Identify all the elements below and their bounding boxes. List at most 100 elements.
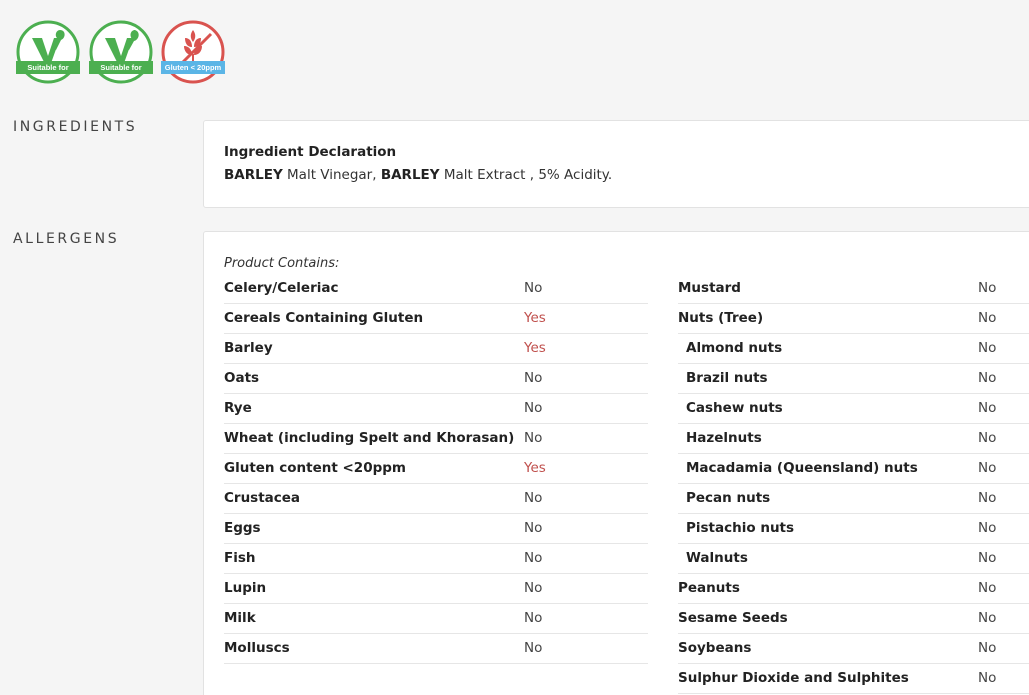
- allergen-name: Sesame Seeds: [678, 610, 788, 626]
- allergen-row: Oats No: [224, 364, 648, 394]
- allergen-name: Peanuts: [678, 580, 740, 596]
- vegetarian-badge: Suitable for: [16, 20, 80, 84]
- allergen-row: Celery/Celeriac No: [224, 274, 648, 304]
- allergen-value: No: [524, 610, 543, 626]
- allergen-row: Macadamia (Queensland) nuts No: [678, 454, 1029, 484]
- allergen-row: Sulphur Dioxide and Sulphites No: [678, 664, 1029, 694]
- allergen-name: Walnuts: [686, 550, 748, 566]
- ingredient-declaration-text: BARLEY Malt Vinegar, BARLEY Malt Extract…: [224, 167, 612, 183]
- vegan-v-icon: [89, 20, 153, 84]
- allergens-left-column: Celery/Celeriac No Cereals Containing Glut…: [224, 274, 648, 664]
- allergen-name: Molluscs: [224, 640, 290, 656]
- vegetarian-v-icon: [16, 20, 80, 84]
- allergen-value: No: [524, 490, 543, 506]
- allergen-name: Sulphur Dioxide and Sulphites: [678, 670, 909, 686]
- gluten-badge: Gluten < 20ppm: [161, 20, 225, 84]
- allergen-value: No: [524, 280, 543, 296]
- allergen-row: Molluscs No: [224, 634, 648, 664]
- allergen-row: Pistachio nuts No: [678, 514, 1029, 544]
- allergen-value: Yes: [524, 460, 546, 476]
- allergen-name: Almond nuts: [686, 340, 783, 356]
- allergen-name: Rye: [224, 400, 252, 416]
- allergen-row: Walnuts No: [678, 544, 1029, 574]
- allergen-name: Cereals Containing Gluten: [224, 310, 424, 326]
- allergen-value: No: [978, 280, 997, 296]
- allergen-name: Barley: [224, 340, 273, 356]
- allergen-name: Oats: [224, 370, 260, 386]
- allergen-row: Nuts (Tree) No: [678, 304, 1029, 334]
- allergen-row: Sesame Seeds No: [678, 604, 1029, 634]
- allergen-name: Lupin: [224, 580, 267, 596]
- ingredients-panel: Ingredient Declaration BARLEY Malt Vineg…: [203, 120, 1029, 208]
- vegan-badge: Suitable for: [89, 20, 153, 84]
- allergen-row: Peanuts No: [678, 574, 1029, 604]
- allergen-row: Barley Yes: [224, 334, 648, 364]
- allergens-section-title: ALLERGENS: [13, 231, 120, 247]
- allergen-row: Almond nuts No: [678, 334, 1029, 364]
- allergen-value: No: [524, 400, 543, 416]
- allergen-row: Cashew nuts No: [678, 394, 1029, 424]
- allergen-row: Rye No: [224, 394, 648, 424]
- allergen-name: Eggs: [224, 520, 261, 536]
- allergen-name: Brazil nuts: [686, 370, 768, 386]
- allergen-row: Hazelnuts No: [678, 424, 1029, 454]
- allergen-row: Mustard No: [678, 274, 1029, 304]
- ingredient-text: Malt Vinegar,: [282, 167, 381, 183]
- allergen-value: No: [978, 460, 997, 476]
- wheat-icon: [161, 20, 225, 84]
- allergen-value: No: [524, 640, 543, 656]
- allergens-panel: Product Contains: Celery/Celeriac No Cerea…: [203, 231, 1029, 695]
- allergen-name: Soybeans: [678, 640, 752, 656]
- allergen-value: No: [978, 340, 997, 356]
- allergen-row: Pecan nuts No: [678, 484, 1029, 514]
- allergen-row: Gluten content <20ppm Yes: [224, 454, 648, 484]
- allergen-value: No: [978, 670, 997, 686]
- allergen-name: Pistachio nuts: [686, 520, 795, 536]
- allergen-value: No: [524, 370, 543, 386]
- allergen-row: Milk No: [224, 604, 648, 634]
- allergen-value: Yes: [524, 340, 546, 356]
- allergens-right-column: Mustard No Nuts (Tree) No Almond nuts No Brazi…: [678, 274, 1029, 694]
- allergen-name: Cashew nuts: [686, 400, 783, 416]
- allergen-value: No: [978, 610, 997, 626]
- allergen-highlight: BARLEY: [224, 167, 283, 183]
- allergen-value: No: [524, 580, 543, 596]
- allergen-value: No: [978, 580, 997, 596]
- product-info-page: Suitable for Suitable for Gluten < 20ppm: [0, 0, 1029, 695]
- allergen-name: Nuts (Tree): [678, 310, 764, 326]
- allergen-value: No: [978, 520, 997, 536]
- allergen-name: Crustacea: [224, 490, 301, 506]
- badge-label: Suitable for: [16, 61, 80, 74]
- allergen-row: Wheat (including Spelt and Khorasan) No: [224, 424, 648, 454]
- allergen-value: No: [978, 490, 997, 506]
- ingredients-section-title: INGREDIENTS: [13, 119, 138, 135]
- allergen-name: Pecan nuts: [686, 490, 771, 506]
- allergen-row: Crustacea No: [224, 484, 648, 514]
- allergen-highlight: BARLEY: [380, 167, 440, 183]
- allergen-value: No: [978, 370, 997, 386]
- allergen-value: Yes: [524, 310, 546, 326]
- allergen-name: Celery/Celeriac: [224, 280, 339, 296]
- allergen-row: Fish No: [224, 544, 648, 574]
- allergen-name: Mustard: [678, 280, 741, 296]
- allergen-row: Lupin No: [224, 574, 648, 604]
- ingredient-declaration-heading: Ingredient Declaration: [224, 144, 397, 160]
- allergen-value: No: [978, 310, 997, 326]
- allergen-name: Hazelnuts: [686, 430, 762, 446]
- product-contains-label: Product Contains:: [224, 256, 340, 271]
- allergen-name: Wheat (including Spelt and Khorasan): [224, 430, 515, 446]
- allergen-name: Gluten content <20ppm: [224, 460, 406, 476]
- allergen-name: Macadamia (Queensland) nuts: [686, 460, 918, 476]
- allergen-row: Cereals Containing Gluten Yes: [224, 304, 648, 334]
- ingredient-text: Malt Extract , 5% Acidity.: [439, 167, 613, 183]
- allergen-value: No: [978, 430, 997, 446]
- allergen-value: No: [524, 430, 543, 446]
- allergen-value: No: [978, 550, 997, 566]
- allergen-row: Eggs No: [224, 514, 648, 544]
- badge-label: Suitable for: [89, 61, 153, 74]
- allergen-value: No: [978, 640, 997, 656]
- allergen-value: No: [524, 550, 543, 566]
- badge-label: Gluten < 20ppm: [161, 61, 225, 74]
- allergen-name: Fish: [224, 550, 256, 566]
- allergen-value: No: [978, 400, 997, 416]
